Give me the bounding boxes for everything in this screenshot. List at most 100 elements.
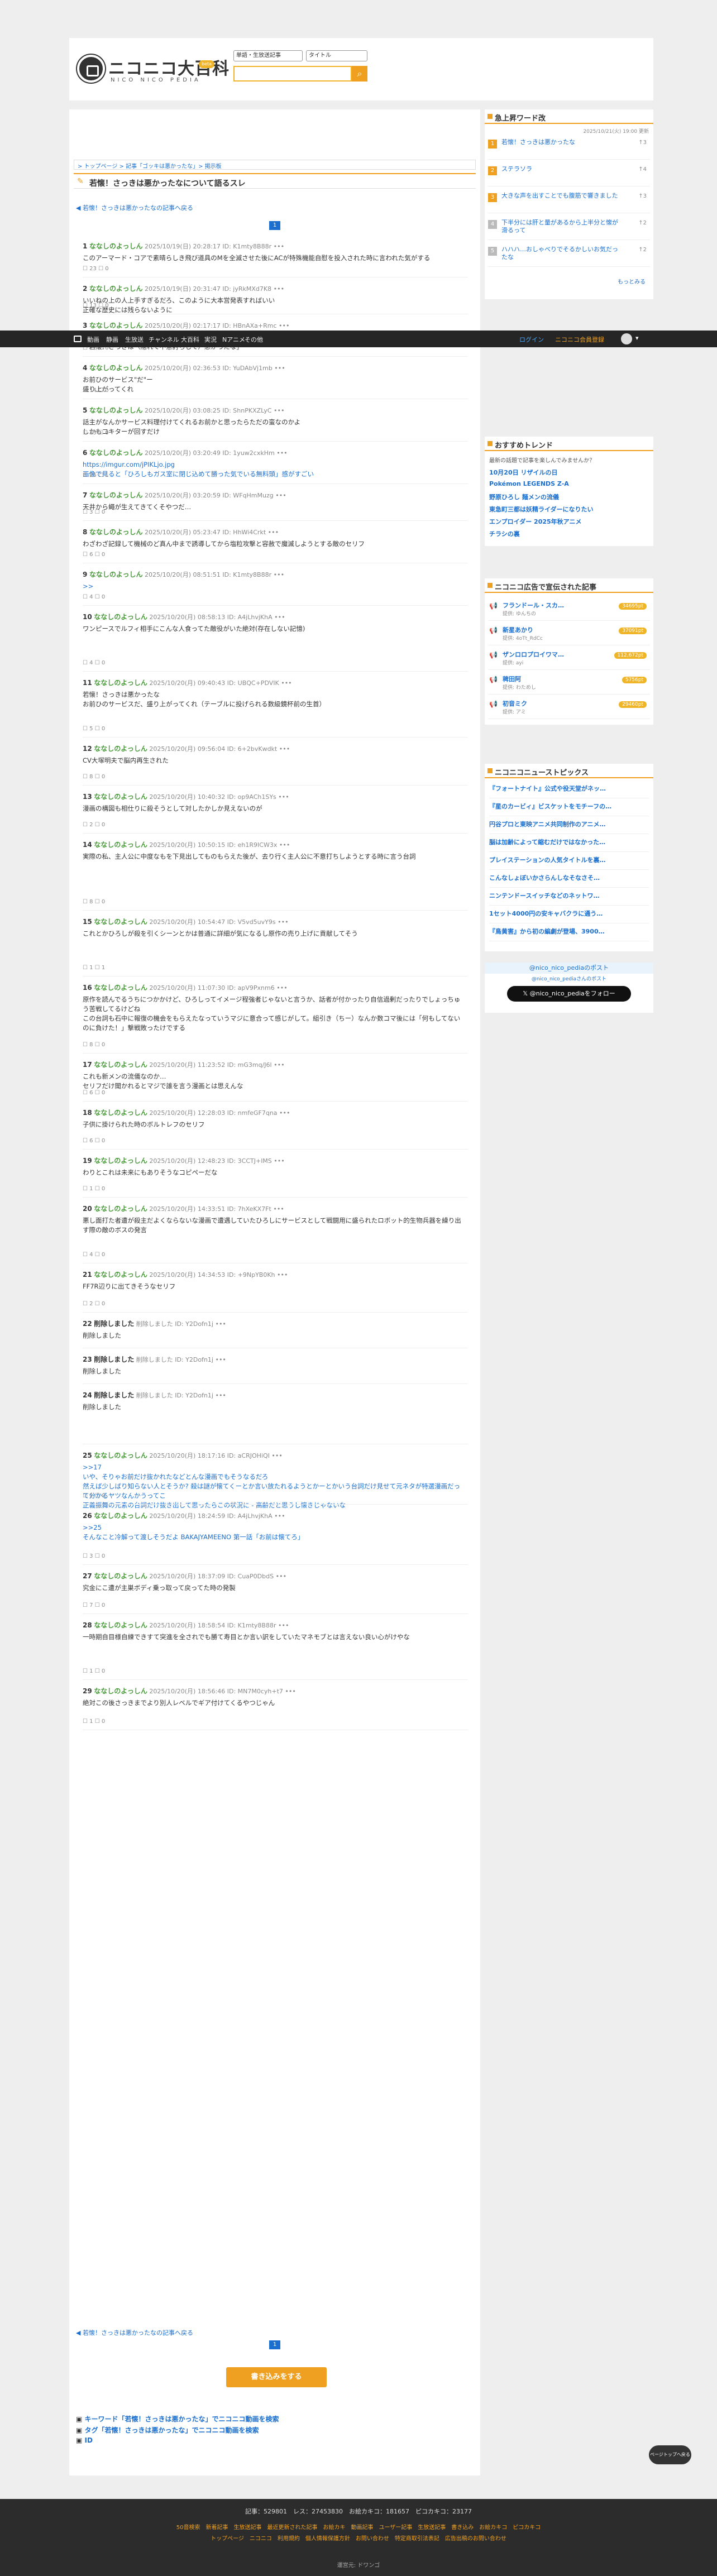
dislike-icon[interactable]: ☐ xyxy=(93,1138,102,1144)
post-number[interactable]: 21 xyxy=(83,1271,92,1279)
post-number[interactable]: 14 xyxy=(83,841,92,849)
more-icon[interactable]: ••• xyxy=(213,1392,226,1399)
post-number[interactable]: 9 xyxy=(83,571,87,578)
like-icon[interactable]: ☐ xyxy=(83,899,89,905)
like-icon[interactable]: ☐ xyxy=(83,1186,89,1192)
more-icon[interactable]: ••• xyxy=(277,745,290,753)
nav-item[interactable]: Nアニメ xyxy=(222,335,245,344)
post-number[interactable]: 19 xyxy=(83,1157,92,1165)
dislike-icon[interactable]: ☐ xyxy=(93,1553,102,1559)
post-number[interactable]: 29 xyxy=(83,1687,92,1695)
more-icon[interactable]: ••• xyxy=(276,793,289,801)
more-icon[interactable]: ••• xyxy=(283,1688,295,1695)
rising-item[interactable]: 4 下半分には肝と量があるから上半分と懐が滑るって ↑2 xyxy=(488,218,650,240)
more-icon[interactable]: ••• xyxy=(279,679,291,687)
ad-article-item[interactable]: 📢 新星あかり 提供: 4oTt_RdCc 37091pt xyxy=(488,624,650,645)
pager-current[interactable]: 1 xyxy=(269,221,280,230)
more-icon[interactable]: ••• xyxy=(273,1512,285,1520)
like-icon[interactable]: ☐ xyxy=(83,266,89,272)
write-post-button[interactable]: 書き込みをする xyxy=(226,2367,327,2387)
dislike-icon[interactable]: ☐ xyxy=(93,1493,102,1499)
more-icon[interactable]: ••• xyxy=(266,529,279,536)
trend-item[interactable]: 野原ひろし 麺メンの流儀 xyxy=(489,492,559,501)
dislike-icon[interactable]: ☐ xyxy=(93,822,102,828)
more-icon[interactable]: ••• xyxy=(213,1320,226,1328)
pager-current-bottom[interactable]: 1 xyxy=(269,2340,280,2349)
dislike-icon[interactable]: ☐ xyxy=(93,1718,102,1725)
news-item[interactable]: プレイステーションの人気タイトルを裏… xyxy=(489,855,649,870)
dislike-icon[interactable]: ☐ xyxy=(93,594,102,600)
like-icon[interactable]: ☐ xyxy=(83,1718,89,1725)
news-item[interactable]: 『鳥黄害』から初の編劇が登場、3900… xyxy=(489,927,649,941)
dislike-icon[interactable]: ☐ xyxy=(93,774,102,780)
news-item[interactable]: 脳は加齢によって縮むだけではなかった… xyxy=(489,837,649,852)
more-icon[interactable]: ••• xyxy=(272,1061,284,1069)
like-icon[interactable]: ☐ xyxy=(83,726,89,732)
more-icon[interactable]: ••• xyxy=(276,1622,289,1629)
post-number[interactable]: 1 xyxy=(83,242,87,250)
like-icon[interactable]: ☐ xyxy=(83,594,89,600)
like-icon[interactable]: ☐ xyxy=(83,472,89,478)
dislike-icon[interactable]: ☐ xyxy=(97,387,105,394)
dislike-icon[interactable]: ☐ xyxy=(93,726,102,732)
more-icon[interactable]: ••• xyxy=(277,322,289,329)
trend-item[interactable]: 10月20日 リザイルの日 xyxy=(489,468,557,477)
dislike-icon[interactable]: ☐ xyxy=(93,899,102,905)
more-icon[interactable]: ••• xyxy=(278,1109,290,1117)
search-field-select[interactable]: タイトル xyxy=(306,50,367,61)
dislike-icon[interactable]: ☐ xyxy=(93,1602,102,1608)
news-item[interactable]: 『フォートナイト』公式や役天堂がネッ… xyxy=(489,784,649,798)
more-icon[interactable]: ••• xyxy=(275,984,287,992)
dislike-icon[interactable]: ☐ xyxy=(93,660,102,666)
post-number[interactable]: 28 xyxy=(83,1621,92,1629)
post-number[interactable]: 7 xyxy=(83,491,87,499)
like-icon[interactable]: ☐ xyxy=(83,430,89,436)
news-item[interactable]: 円谷プロと東映アニメ共同制作のアニメ… xyxy=(489,820,649,834)
more-icon[interactable]: ••• xyxy=(271,407,284,414)
more-icon[interactable]: ••• xyxy=(271,571,284,578)
like-icon[interactable]: ☐ xyxy=(83,552,89,558)
search-button[interactable]: ⌕ xyxy=(352,66,367,82)
more-icon[interactable]: ••• xyxy=(276,918,288,926)
rising-more-link[interactable]: もっとみる xyxy=(618,277,646,285)
back-to-article-link-bottom[interactable]: ◀ 若懐！さっきは悪かったなの記事へ戻る xyxy=(76,2328,193,2337)
post-number[interactable]: 10 xyxy=(83,613,92,621)
post-number[interactable]: 8 xyxy=(83,528,87,536)
register-link[interactable]: ニコニコ会員登録 xyxy=(555,335,604,344)
like-icon[interactable]: ☐ xyxy=(83,1602,89,1608)
post-number[interactable]: 22 xyxy=(83,1320,92,1328)
more-icon[interactable]: ••• xyxy=(274,1573,286,1580)
scroll-top-button[interactable]: ページトップへ戻る xyxy=(649,2445,691,2464)
post-number[interactable]: 5 xyxy=(83,406,87,414)
more-icon[interactable]: ••• xyxy=(271,243,284,250)
more-icon[interactable]: ••• xyxy=(275,449,287,457)
ad-article-item[interactable]: 📢 ザンロロプロイワマ… 提供: ayi 112,672pt xyxy=(488,649,650,670)
dislike-icon[interactable]: ☐ xyxy=(93,1301,102,1307)
related-id-link[interactable]: ▣ ID xyxy=(76,2436,93,2444)
trend-item[interactable]: 東急町三都は妖精ライダーになりたい xyxy=(489,505,594,514)
dislike-icon[interactable]: ☐ xyxy=(93,1668,102,1674)
search-input[interactable] xyxy=(233,66,352,82)
post-number[interactable]: 18 xyxy=(83,1109,92,1117)
trend-item[interactable]: エンプロイダー 2025年秋アニメ xyxy=(489,517,581,526)
post-number[interactable]: 25 xyxy=(83,1452,92,1459)
dislike-icon[interactable]: ☐ xyxy=(97,430,105,436)
like-icon[interactable]: ☐ xyxy=(83,509,89,515)
more-icon[interactable]: ••• xyxy=(271,285,284,293)
post-number[interactable]: 24 xyxy=(83,1391,92,1399)
dislike-icon[interactable]: ☐ xyxy=(93,509,102,515)
twitter-follow-button[interactable]: 𝕏 @nico_nico_pediaをフォロー xyxy=(507,986,631,1002)
login-link[interactable]: ログイン xyxy=(519,335,544,344)
more-icon[interactable]: ••• xyxy=(270,1452,282,1459)
dislike-icon[interactable]: ☐ xyxy=(93,1186,102,1192)
like-icon[interactable]: ☐ xyxy=(83,1668,89,1674)
breadcrumb[interactable]: > トップページ > 記事「ゴッキは悪かったな」> 掲示板 xyxy=(74,160,476,170)
dislike-icon[interactable]: ☐ xyxy=(97,266,105,272)
rising-item[interactable]: 1 若懐！さっきは悪かったな ↑3 xyxy=(488,137,650,160)
related-search-keyword[interactable]: ▣ キーワード「若懐！さっきは悪かったな」でニコニコ動画を検索 xyxy=(76,2414,279,2424)
niconico-icon[interactable] xyxy=(74,336,82,342)
dislike-icon[interactable]: ☐ xyxy=(93,1090,102,1096)
like-icon[interactable]: ☐ xyxy=(83,1301,89,1307)
rising-item[interactable]: 3 大きな声を出すことでも腹筋で響きました ↑3 xyxy=(488,191,650,213)
like-icon[interactable]: ☐ xyxy=(83,303,89,309)
